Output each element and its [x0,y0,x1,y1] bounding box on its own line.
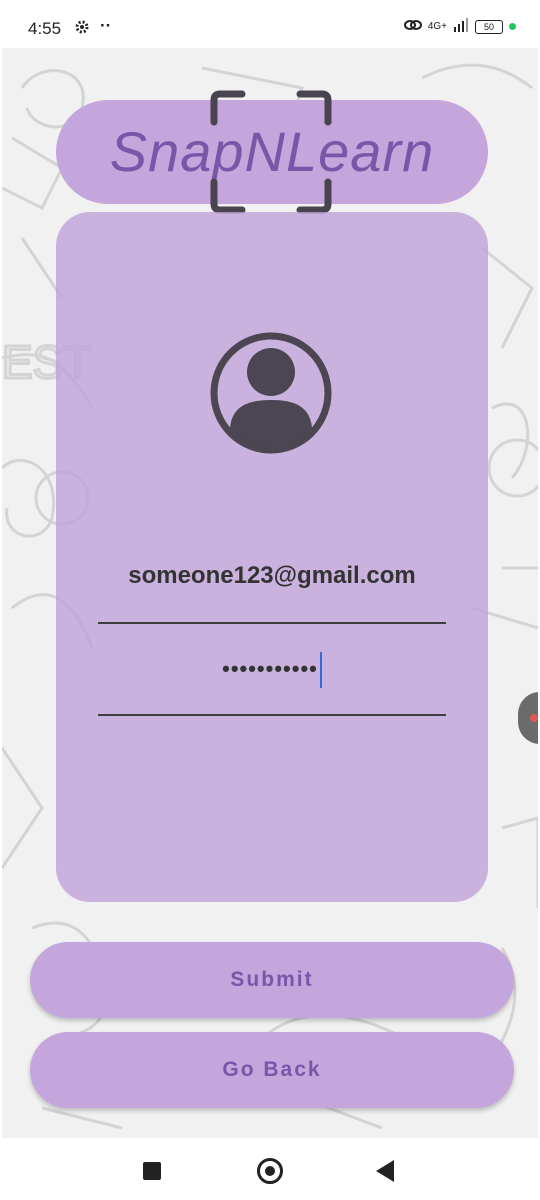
square-icon[interactable] [143,1162,161,1180]
email-field[interactable]: someone123@gmail.com [98,562,446,590]
email-field-underline [98,622,446,624]
system-navigation-bar [2,1138,538,1198]
login-card [56,212,488,902]
password-field-underline [98,714,446,716]
submit-button[interactable]: Submit [30,942,514,1018]
battery-icon: 50 [475,19,503,34]
text-cursor [319,652,322,688]
circle-home-icon[interactable] [257,1158,283,1184]
app-screen: 4:55 ·· 4G+ 50 EST SnapNLearn someone123… [2,2,538,1198]
triangle-back-icon[interactable] [376,1160,394,1182]
privacy-indicator [509,23,516,30]
go-back-button[interactable]: Go Back [30,1032,514,1108]
network-label: 4G+ [427,21,447,32]
status-bar: 4:55 ·· 4G+ 50 [2,2,538,48]
battery-level: 50 [483,21,494,32]
scan-frame-icon [210,90,332,214]
notification-dots: ·· [100,16,112,35]
signal-icon [453,18,469,35]
gear-icon [74,19,90,40]
user-avatar-icon [210,332,332,454]
password-field[interactable]: ••••••••••• [98,652,446,688]
password-value: ••••••••••• [222,655,318,681]
status-icons: 4G+ 50 [403,18,516,35]
link-icon [403,18,422,35]
status-time: 4:55 [28,19,62,38]
